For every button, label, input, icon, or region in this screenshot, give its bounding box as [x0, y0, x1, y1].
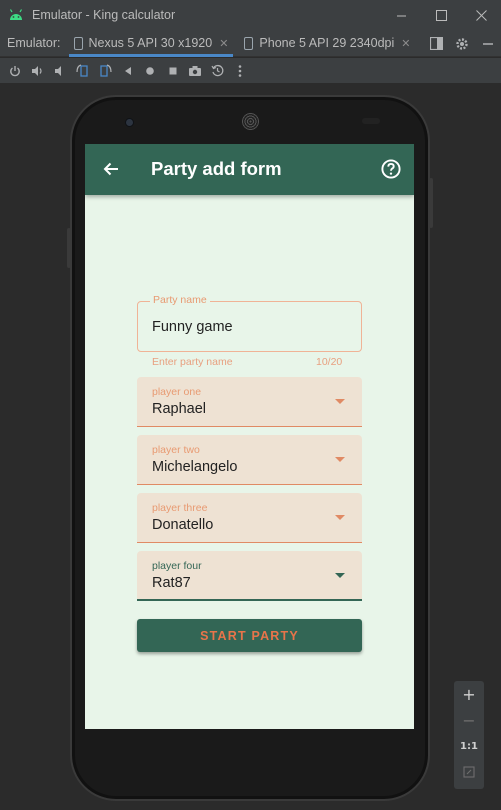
emulator-toolbar	[0, 58, 501, 83]
close-tab-icon[interactable]: ✕	[401, 37, 410, 50]
device-side-button[interactable]	[67, 228, 71, 268]
close-icon	[475, 9, 487, 21]
rotate-left-button[interactable]	[72, 58, 95, 83]
fit-screen-icon	[463, 766, 475, 778]
snapshot-button[interactable]	[207, 58, 230, 83]
select-label: player three	[152, 502, 208, 514]
zoom-actual-size-button[interactable]: 1:1	[454, 733, 484, 759]
zoom-controls: + − 1:1	[454, 681, 484, 789]
player-four-select[interactable]: player four Rat87	[137, 551, 362, 601]
phone-icon	[73, 36, 83, 50]
device-tabbar: Emulator: Nexus 5 API 30 x1920 ✕ Phone 5…	[0, 30, 501, 57]
app-bar: Party add form	[85, 144, 414, 195]
select-value: Michelangelo	[152, 459, 238, 475]
screenshot-button[interactable]	[184, 58, 207, 83]
party-name-field[interactable]: Party name Funny game	[137, 294, 362, 352]
window-layout-icon	[429, 37, 443, 50]
device-screen: Party add form Party name Funny game Ent…	[85, 144, 414, 729]
camera-icon	[189, 65, 202, 76]
square-overview-icon	[169, 67, 177, 74]
rotate-left-icon	[76, 64, 88, 77]
home-nav-button[interactable]	[139, 58, 162, 83]
window-titlebar: Emulator - King calculator	[0, 0, 501, 30]
more-vertical-icon	[238, 64, 242, 77]
player-two-select[interactable]: player two Michelangelo	[137, 435, 362, 485]
party-name-label: Party name	[150, 294, 210, 306]
back-button[interactable]	[99, 157, 123, 181]
close-window-button[interactable]	[461, 0, 501, 30]
front-camera	[125, 118, 134, 127]
gear-icon	[456, 37, 468, 50]
help-icon[interactable]	[380, 158, 402, 180]
power-icon	[10, 65, 21, 76]
power-button[interactable]	[4, 58, 27, 83]
circle-home-icon	[146, 66, 155, 75]
triangle-back-icon	[124, 66, 131, 75]
dropdown-arrow-icon	[335, 515, 345, 520]
start-party-button[interactable]: START PARTY	[137, 619, 362, 652]
window-title: Emulator - King calculator	[32, 8, 176, 22]
maximize-icon	[435, 9, 447, 21]
volume-down-button[interactable]	[49, 58, 72, 83]
select-label: player two	[152, 444, 200, 456]
party-name-counter: 10/20	[316, 356, 343, 368]
more-options-button[interactable]	[229, 58, 252, 83]
select-label: player four	[152, 560, 202, 572]
arrow-left-icon	[103, 162, 118, 176]
party-name-helper: Enter party name	[152, 356, 233, 368]
tab-label: Nexus 5 API 30 x1920	[88, 36, 213, 50]
select-value: Raphael	[152, 401, 207, 417]
zoom-out-button[interactable]: −	[454, 707, 484, 733]
dropdown-arrow-icon	[335, 399, 345, 404]
volume-up-icon	[32, 65, 42, 76]
rotate-right-button[interactable]	[94, 58, 117, 83]
proximity-sensor	[362, 118, 380, 124]
history-icon	[211, 64, 224, 77]
minimize-button[interactable]	[381, 0, 421, 30]
minimize-icon	[396, 15, 406, 16]
player-three-select[interactable]: player three Donatello	[137, 493, 362, 543]
overview-nav-button[interactable]	[162, 58, 185, 83]
device-side-button[interactable]	[429, 178, 433, 228]
select-value: Rat87	[152, 575, 191, 591]
zoom-in-button[interactable]: +	[454, 681, 484, 707]
settings-button[interactable]	[449, 30, 475, 57]
emulator-label: Emulator:	[7, 36, 61, 50]
dropdown-arrow-icon	[335, 573, 345, 578]
party-name-value[interactable]: Funny game	[152, 319, 233, 335]
tab-nexus-5[interactable]: Nexus 5 API 30 x1920 ✕	[68, 30, 234, 57]
phone-icon	[244, 36, 254, 50]
tab-phone-5[interactable]: Phone 5 API 29 2340dpi ✕	[239, 30, 415, 57]
rotate-right-icon	[100, 64, 112, 77]
volume-up-button[interactable]	[27, 58, 50, 83]
player-one-select[interactable]: player one Raphael	[137, 377, 362, 427]
select-value: Donatello	[152, 517, 214, 533]
close-tab-icon[interactable]: ✕	[219, 37, 228, 50]
hide-panel-button[interactable]	[475, 30, 501, 57]
window-layout-button[interactable]	[423, 30, 449, 57]
tab-label: Phone 5 API 29 2340dpi	[259, 36, 395, 50]
earpiece-speaker	[242, 113, 259, 130]
page-title: Party add form	[151, 158, 282, 179]
select-label: player one	[152, 386, 202, 398]
volume-down-icon	[55, 65, 62, 76]
minimize-icon	[483, 42, 493, 45]
android-icon	[9, 9, 23, 20]
maximize-button[interactable]	[421, 0, 461, 30]
back-nav-button[interactable]	[117, 58, 140, 83]
dropdown-arrow-icon	[335, 457, 345, 462]
zoom-fit-button[interactable]	[454, 759, 484, 785]
